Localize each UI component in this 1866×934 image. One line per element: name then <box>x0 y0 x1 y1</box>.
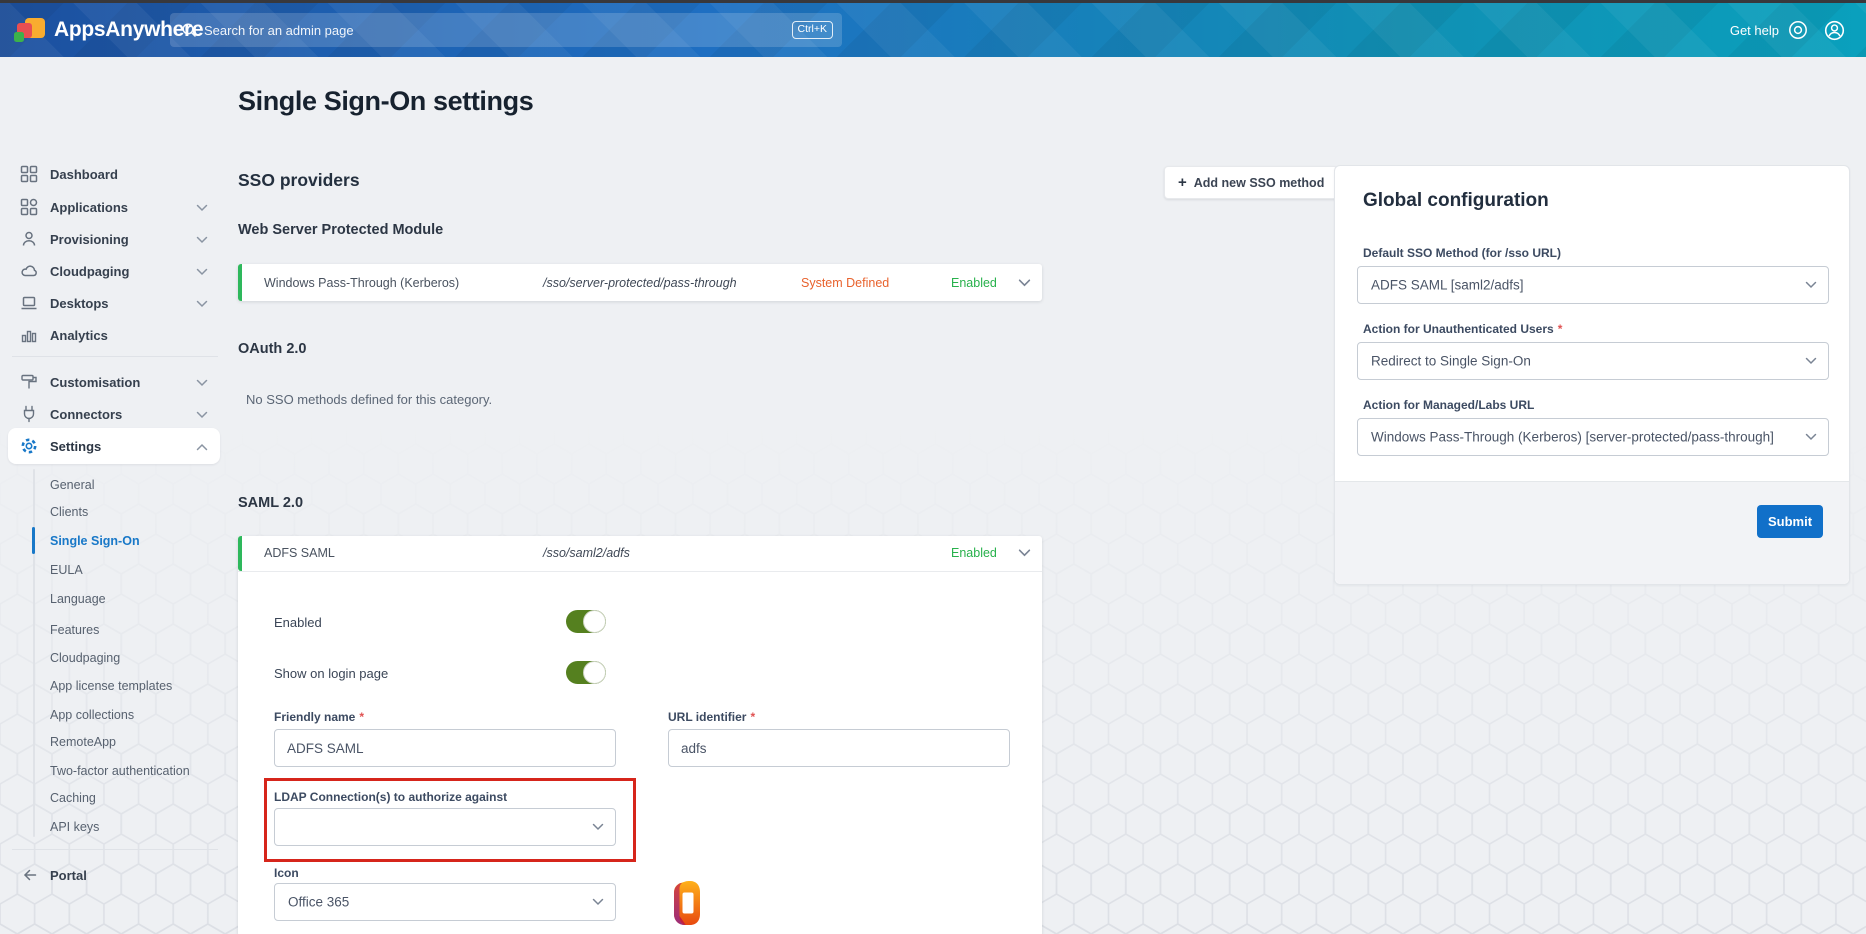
system-defined-badge: System Defined <box>801 276 889 290</box>
get-help-link[interactable]: Get help <box>1730 19 1809 41</box>
required-marker: * <box>1558 322 1563 336</box>
enabled-edge-indicator <box>238 264 242 301</box>
chevron-down-icon <box>592 898 604 906</box>
get-help-label: Get help <box>1730 23 1779 38</box>
saml-heading: SAML 2.0 <box>238 495 303 511</box>
status-enabled: Enabled <box>951 276 997 290</box>
unauthenticated-users-label: Action for Unauthenticated Users* <box>1363 322 1562 336</box>
app-window: AppsAnywhere Ctrl+K Get help <box>0 0 1866 934</box>
sso-method-name: Windows Pass-Through (Kerberos) <box>264 276 459 290</box>
status-enabled: Enabled <box>951 546 997 560</box>
sso-method-name: ADFS SAML <box>264 546 335 560</box>
chevron-down-icon <box>1018 549 1031 558</box>
account-icon[interactable] <box>1823 19 1846 42</box>
oauth-empty-message: No SSO methods defined for this category… <box>246 392 492 407</box>
chevron-down-icon <box>1018 278 1031 287</box>
add-button-label: Add new SSO method <box>1194 176 1325 190</box>
managed-labs-url-select[interactable]: Windows Pass-Through (Kerberos) [server-… <box>1357 418 1829 456</box>
admin-search: Ctrl+K <box>170 13 842 47</box>
default-sso-method-select[interactable]: ADFS SAML [saml2/adfs] <box>1357 266 1829 304</box>
page-title: Single Sign-On settings <box>238 86 533 117</box>
required-marker: * <box>750 710 755 724</box>
sso-row-windows-pass-through[interactable]: Windows Pass-Through (Kerberos) /sso/ser… <box>238 264 1042 301</box>
ldap-connections-label: LDAP Connection(s) to authorize against <box>274 790 507 804</box>
global-configuration-title: Global configuration <box>1363 190 1549 212</box>
enabled-edge-indicator <box>238 536 242 571</box>
select-value: Redirect to Single Sign-On <box>1371 354 1531 369</box>
select-value: Office 365 <box>288 895 349 910</box>
submit-button[interactable]: Submit <box>1757 505 1823 538</box>
adfs-saml-row-header[interactable]: ADFS SAML /sso/saml2/adfs Enabled <box>238 536 1042 572</box>
chevron-down-icon <box>1805 281 1817 289</box>
add-new-sso-method-button[interactable]: + Add new SSO method <box>1164 166 1338 199</box>
default-sso-method-label: Default SSO Method (for /sso URL) <box>1363 246 1561 260</box>
friendly-name-label: Friendly name* <box>274 710 364 724</box>
friendly-name-input[interactable] <box>274 729 616 767</box>
icon-select[interactable]: Office 365 <box>274 883 616 921</box>
select-value: ADFS SAML [saml2/adfs] <box>1371 278 1524 293</box>
chevron-down-icon <box>592 823 604 831</box>
ldap-connections-select[interactable] <box>274 808 616 846</box>
url-identifier-input[interactable] <box>668 729 1010 767</box>
select-value: Windows Pass-Through (Kerberos) [server-… <box>1371 430 1774 445</box>
main-content: Single Sign-On settings SSO providers + … <box>0 0 1866 934</box>
enabled-toggle-label: Enabled <box>274 615 322 630</box>
window-top-strip <box>0 0 1866 3</box>
sso-method-path: /sso/saml2/adfs <box>543 546 630 560</box>
global-configuration-card: Global configuration Default SSO Method … <box>1334 165 1850 585</box>
top-navigation-bar: AppsAnywhere Ctrl+K Get help <box>0 3 1866 57</box>
sso-providers-heading: SSO providers <box>238 170 360 191</box>
show-on-login-toggle[interactable] <box>566 661 606 684</box>
plus-icon: + <box>1178 175 1187 190</box>
office-365-logo <box>670 880 702 926</box>
appsanywhere-logo-icon <box>14 15 46 45</box>
unauthenticated-users-select[interactable]: Redirect to Single Sign-On <box>1357 342 1829 380</box>
show-on-login-toggle-label: Show on login page <box>274 666 388 681</box>
sso-method-path: /sso/server-protected/pass-through <box>543 276 737 290</box>
global-configuration-footer: Submit <box>1335 481 1849 584</box>
required-marker: * <box>359 710 364 724</box>
help-icon <box>1787 19 1809 41</box>
keyboard-shortcut-badge: Ctrl+K <box>792 21 833 39</box>
enabled-toggle[interactable] <box>566 610 606 633</box>
url-identifier-label: URL identifier* <box>668 710 755 724</box>
search-input[interactable] <box>170 13 842 47</box>
wspm-heading: Web Server Protected Module <box>238 222 443 238</box>
chevron-down-icon <box>1805 357 1817 365</box>
managed-labs-url-label: Action for Managed/Labs URL <box>1363 398 1534 412</box>
sso-row-adfs-saml-expanded: ADFS SAML /sso/saml2/adfs Enabled Enable… <box>238 536 1042 934</box>
chevron-down-icon <box>1805 433 1817 441</box>
oauth-heading: OAuth 2.0 <box>238 341 306 357</box>
icon-label: Icon <box>274 866 299 880</box>
